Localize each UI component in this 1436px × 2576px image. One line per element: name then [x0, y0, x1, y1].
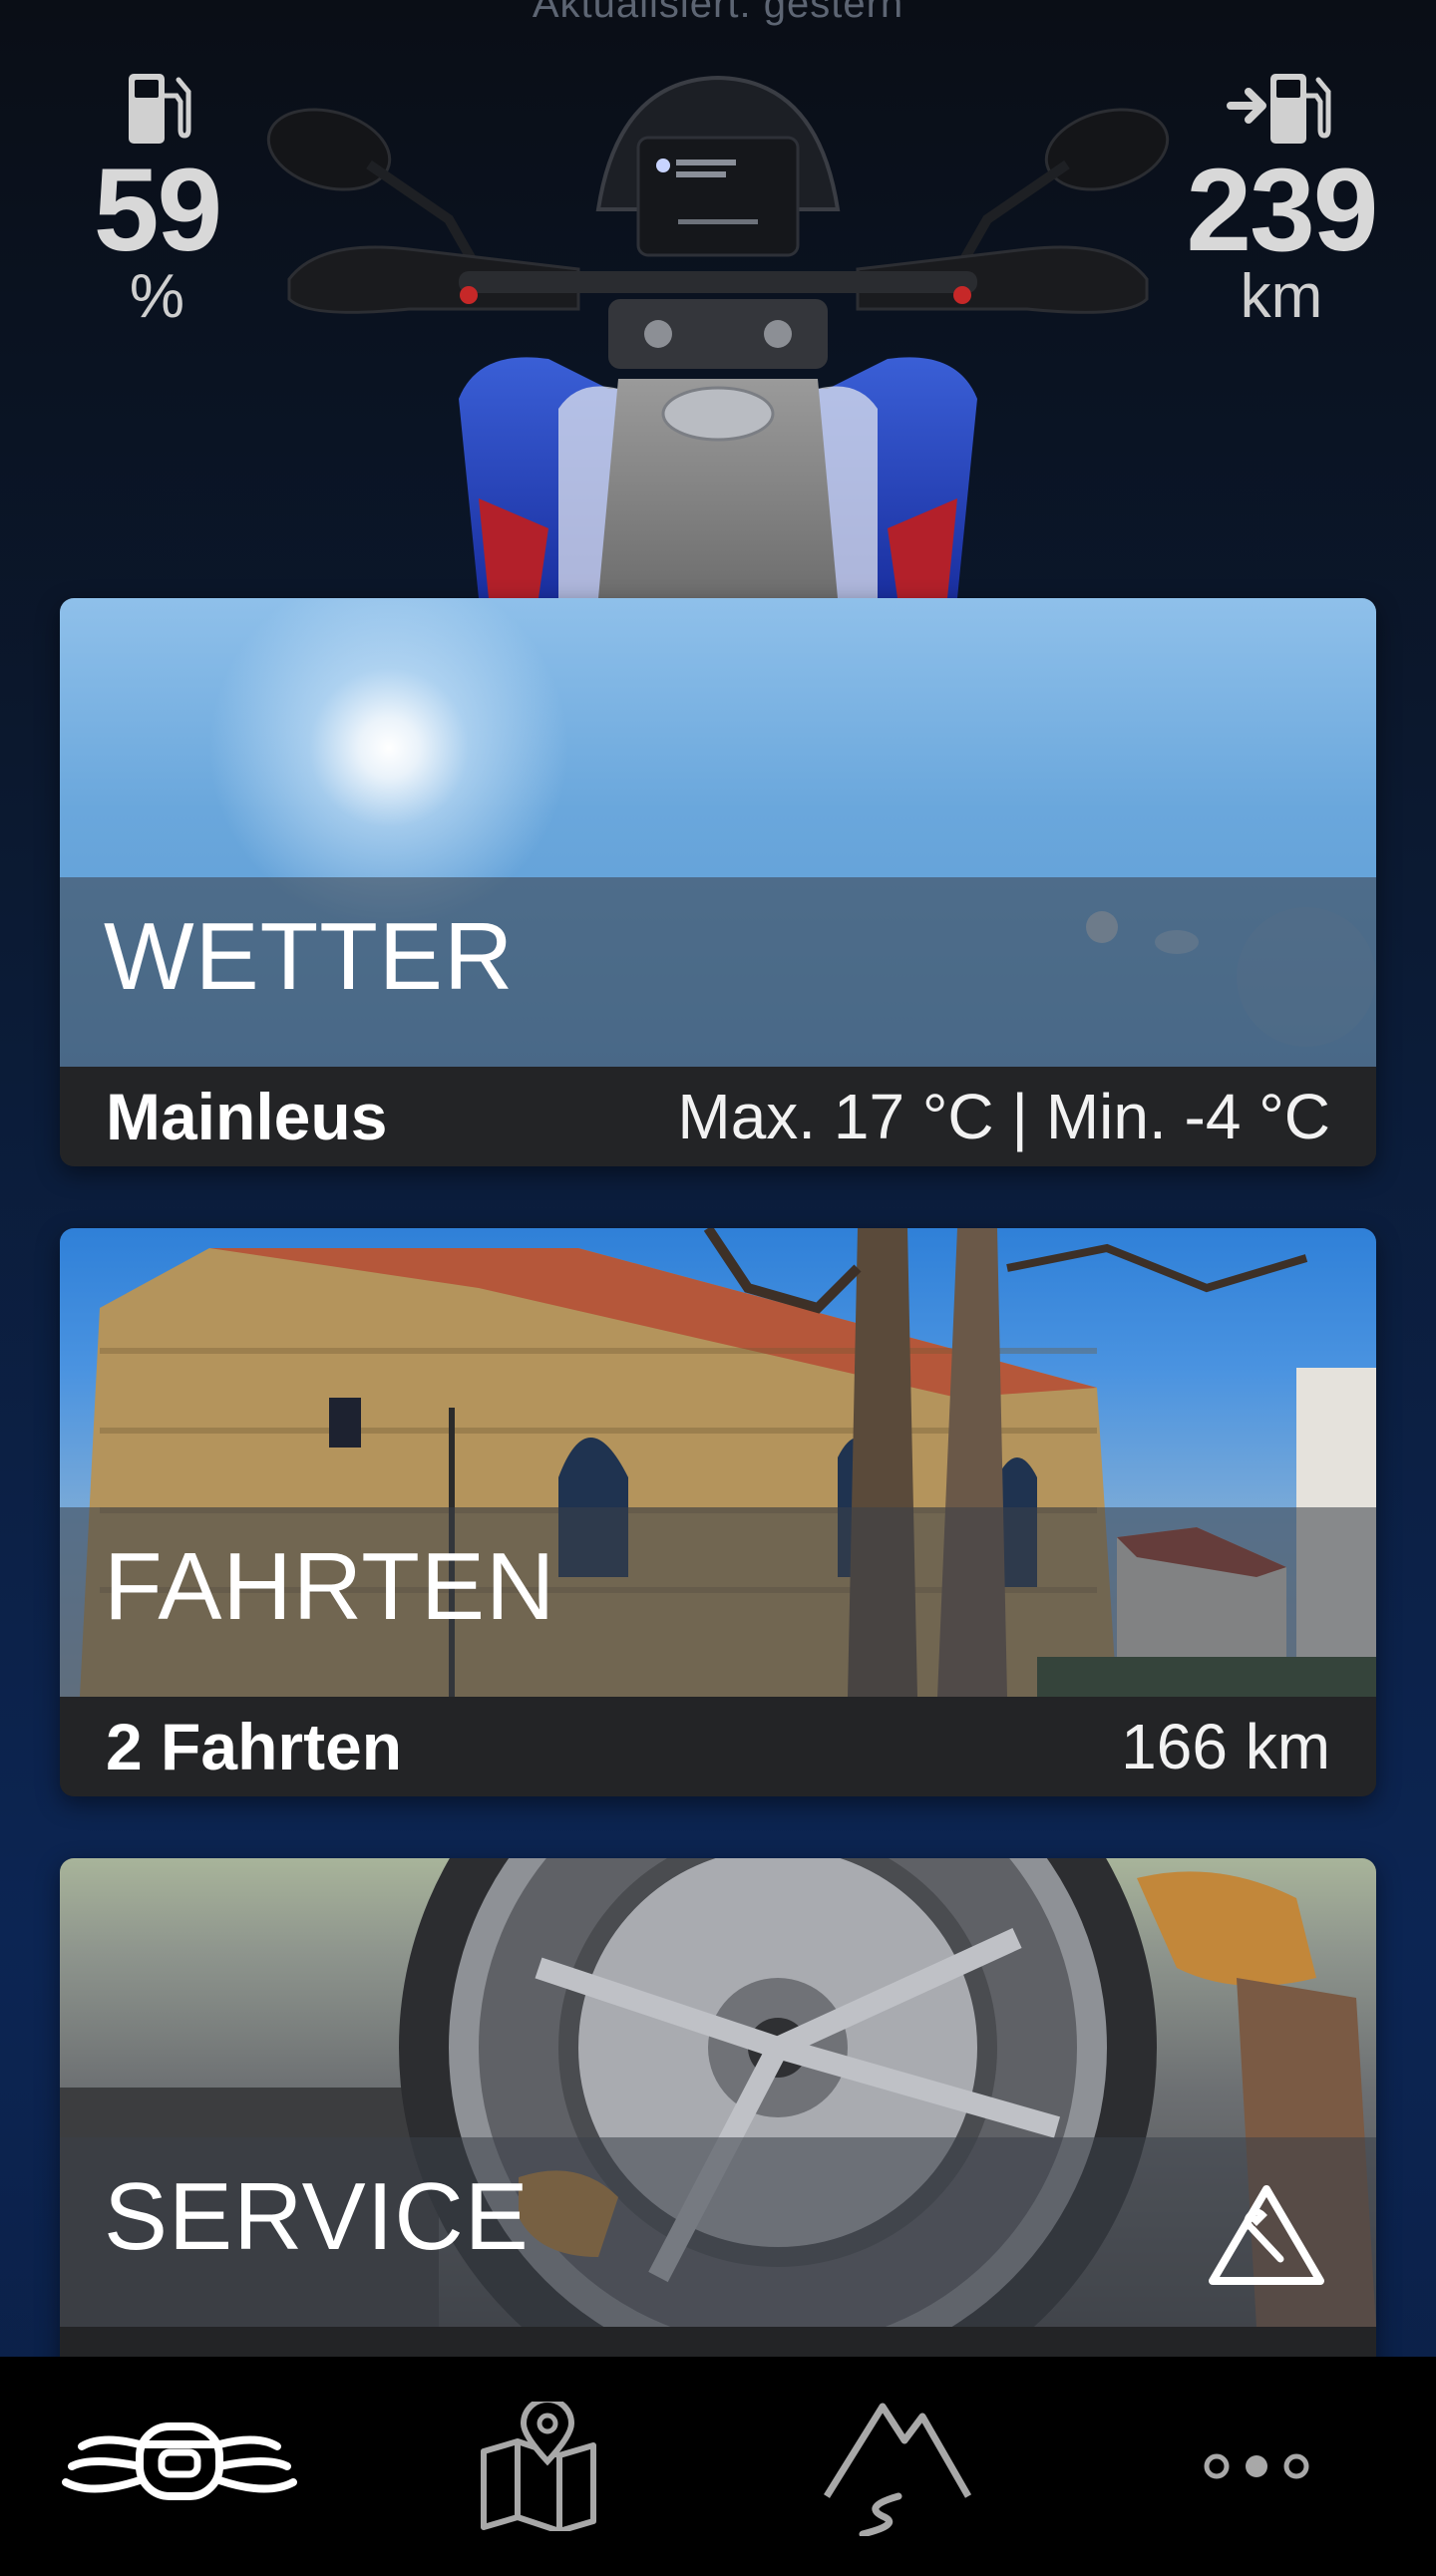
motorcycle-image[interactable] — [259, 60, 1177, 598]
weather-temperatures: Max. 17 °C | Min. -4 °C — [677, 1081, 1330, 1152]
service-card[interactable]: SERVICE — [60, 1858, 1376, 2416]
range-unit: km — [1240, 262, 1323, 331]
range-value: 239 — [1186, 145, 1379, 276]
weather-footer: Mainleus Max. 17 °C | Min. -4 °C — [60, 1067, 1376, 1166]
weather-location: Mainleus — [106, 1080, 388, 1153]
weather-title: WETTER — [104, 903, 515, 1010]
bottom-navigation — [0, 2357, 1436, 2576]
nav-more[interactable] — [1137, 2377, 1376, 2556]
nav-routes[interactable] — [778, 2377, 1017, 2556]
fuel-range-icon — [1227, 74, 1331, 144]
mountain-route-icon — [824, 2403, 972, 2536]
service-title: SERVICE — [104, 2163, 530, 2270]
motorcycle-handlebar-icon — [62, 2422, 297, 2500]
fuel-level-unit: % — [129, 262, 185, 331]
nav-vehicle[interactable] — [60, 2377, 299, 2556]
nav-map[interactable] — [419, 2377, 658, 2556]
service-warning-icon[interactable] — [1207, 2183, 1326, 2287]
trips-card[interactable]: FAHRTEN 2 Fahrten 166 km — [60, 1228, 1376, 1796]
fuel-level-value: 59 — [93, 145, 222, 276]
last-updated-text: Aktualisiert: gestern — [532, 0, 904, 26]
range-widget[interactable]: 239 km — [1157, 70, 1406, 331]
trips-footer: 2 Fahrten 166 km — [60, 1697, 1376, 1796]
trips-distance: 166 km — [1121, 1711, 1330, 1782]
weather-card[interactable]: WETTER Mainleus Max. 17 °C | Min. -4 °C — [60, 598, 1376, 1166]
fuel-pump-icon — [128, 74, 190, 144]
trips-title: FAHRTEN — [104, 1533, 556, 1640]
trips-count: 2 Fahrten — [106, 1710, 403, 1783]
more-dots-icon — [1204, 2453, 1309, 2479]
map-pin-icon — [481, 2402, 596, 2531]
fuel-level-widget[interactable]: 59 % — [60, 70, 254, 331]
